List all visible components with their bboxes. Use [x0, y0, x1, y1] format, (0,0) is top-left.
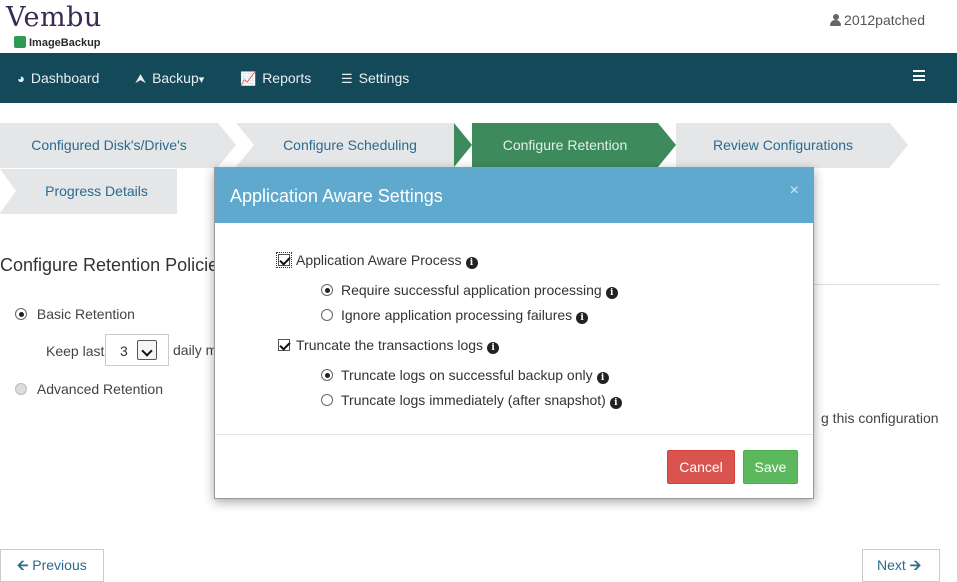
truncate-on-success-radio[interactable] [321, 369, 333, 381]
require-processing-option[interactable]: Require successful application processin… [321, 282, 618, 299]
truncate-immediately-option[interactable]: Truncate logs immediately (after snapsho… [321, 392, 622, 409]
truncate-logs-checkbox[interactable] [278, 339, 290, 351]
truncate-immediately-radio[interactable] [321, 394, 333, 406]
modal-title: Application Aware Settings [230, 186, 443, 206]
info-icon[interactable]: i [487, 342, 500, 354]
truncate-on-success-option[interactable]: Truncate logs on successful backup only i [321, 367, 609, 384]
ignore-failures-option[interactable]: Ignore application processing failures i [321, 307, 589, 324]
info-icon[interactable]: i [576, 312, 589, 324]
ignore-failures-label: Ignore application processing failures [341, 307, 573, 323]
require-processing-radio[interactable] [321, 284, 333, 296]
truncate-immediately-label: Truncate logs immediately (after snapsho… [341, 392, 606, 408]
info-icon[interactable]: i [605, 287, 618, 299]
application-aware-checkbox[interactable] [276, 252, 292, 268]
info-icon[interactable]: i [465, 257, 478, 269]
truncate-logs-label: Truncate the transactions logs [296, 337, 484, 353]
save-button[interactable]: Save [743, 450, 798, 484]
info-icon[interactable]: i [596, 372, 609, 384]
application-aware-settings-dialog: Application Aware Settings × Application… [214, 167, 814, 499]
modal-header: Application Aware Settings × [215, 168, 813, 223]
ignore-failures-radio[interactable] [321, 309, 333, 321]
application-aware-process-option[interactable]: Application Aware Process i [276, 252, 478, 269]
truncate-logs-option[interactable]: Truncate the transactions logs i [278, 337, 500, 354]
close-icon[interactable]: × [790, 182, 799, 200]
require-processing-label: Require successful application processin… [341, 282, 602, 298]
modal-body: Application Aware Process i Require succe… [215, 223, 813, 434]
modal-footer: Cancel Save [215, 434, 813, 498]
application-aware-label: Application Aware Process [296, 252, 462, 268]
cancel-button[interactable]: Cancel [667, 450, 735, 484]
info-icon[interactable]: i [609, 397, 622, 409]
truncate-on-success-label: Truncate logs on successful backup only [341, 367, 593, 383]
